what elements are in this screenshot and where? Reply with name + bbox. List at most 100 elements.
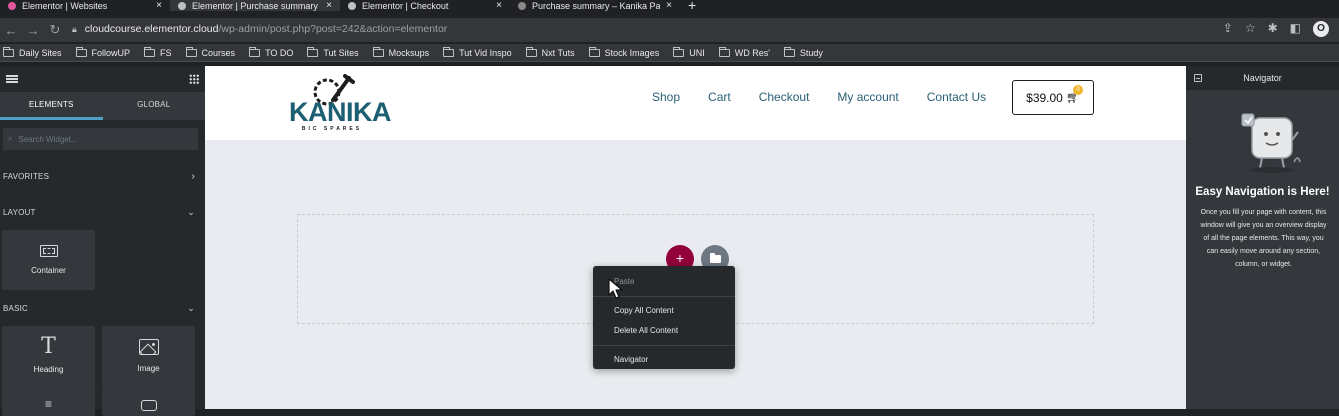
navigator-empty-description: Once you fill your page with content, th… — [1200, 209, 1327, 268]
bookmark-label: Daily Sites — [19, 47, 62, 58]
container-icon — [39, 245, 58, 257]
chevron-right-icon: › — [191, 170, 195, 182]
site-favicon-icon — [518, 1, 526, 10]
widget-search-input[interactable]: ⌕ Search Widget... — [3, 128, 198, 150]
browser-tab-checkout[interactable]: Elementor | Checkout × — [340, 0, 510, 11]
browser-actions: ⇪ ☆ ✱ ◧ O — [1223, 21, 1329, 37]
folder-icon — [3, 46, 14, 57]
mouse-pointer-icon — [608, 278, 623, 299]
basic-widgets: T Heading Image — [0, 326, 205, 386]
bookmark-courses[interactable]: Courses — [185, 46, 235, 58]
mini-cart-button[interactable]: $39.00 🛒︎ 0 — [1012, 80, 1094, 115]
site-header: KANIKA BIC SPARES Shop Cart Checkout My … — [205, 66, 1186, 140]
nav-link-my-account[interactable]: My account — [837, 90, 898, 104]
reload-icon[interactable]: ↻ — [44, 22, 66, 38]
bookmarks-bar: Daily Sites FollowUP FS Courses TO DO Tu… — [0, 44, 1339, 62]
elementor-widget-panel: ELEMENTS GLOBAL ⌕ Search Widget... FAVOR… — [0, 66, 206, 416]
hamburger-menu-icon[interactable] — [6, 75, 18, 83]
address-bar[interactable]: 🔒︎ cloudcourse.elementor.cloud /wp-admin… — [72, 18, 1192, 40]
navigator-header: Navigator — [1186, 66, 1339, 90]
widget-image[interactable]: Image — [102, 326, 195, 386]
editor-canvas: KANIKA BIC SPARES Shop Cart Checkout My … — [205, 66, 1186, 409]
widget-video[interactable] — [102, 386, 195, 416]
bookmark-mocksups[interactable]: Mocksups — [372, 46, 429, 58]
close-icon[interactable]: × — [496, 0, 502, 11]
share-icon[interactable]: ⇪ — [1223, 21, 1233, 37]
folder-icon — [525, 46, 537, 57]
profile-avatar[interactable]: O — [1313, 21, 1329, 37]
bookmark-tut-vid-inspo[interactable]: Tut Vid Inspo — [443, 46, 512, 58]
search-placeholder: Search Widget... — [18, 134, 78, 144]
bookmark-label: FollowUP — [91, 47, 131, 58]
sidepanel-icon[interactable]: ◧ — [1290, 21, 1301, 37]
close-icon[interactable]: × — [156, 0, 162, 11]
cart-count-badge: 0 — [1073, 85, 1083, 95]
url-host: cloudcourse.elementor.cloud — [84, 23, 219, 35]
chevron-down-icon: ⌄ — [187, 206, 195, 217]
bookmark-daily-sites[interactable]: Daily Sites — [3, 46, 62, 58]
bookmark-tut-sites[interactable]: Tut Sites — [307, 46, 359, 58]
bookmark-followup[interactable]: FollowUP — [75, 46, 131, 58]
tab-global[interactable]: GLOBAL — [103, 92, 206, 120]
navigator-title: Navigator — [1243, 73, 1282, 83]
minimize-icon[interactable] — [1194, 74, 1202, 82]
bookmark-todo[interactable]: TO DO — [249, 46, 293, 58]
bookmark-label: FS — [160, 47, 172, 58]
nav-link-contact-us[interactable]: Contact Us — [927, 90, 986, 104]
close-icon[interactable]: × — [666, 0, 672, 11]
browser-tab-purchase-summary-site[interactable]: Purchase summary – Kanika Pa × — [510, 0, 680, 11]
browser-toolbar: ← → ↻ 🔒︎ cloudcourse.elementor.cloud /wp… — [0, 18, 1339, 42]
menu-divider — [593, 345, 735, 346]
tab-label: Elementor | Checkout — [362, 0, 449, 11]
bookmark-wd-res[interactable]: WD Res' — [718, 46, 770, 58]
section-label: BASIC — [3, 303, 29, 313]
logo-tagline: BIC SPARES — [301, 126, 363, 132]
url-path: /wp-admin/post.php?post=242&action=eleme… — [218, 23, 448, 35]
menu-item-navigator[interactable]: Navigator — [593, 350, 735, 370]
folder-icon — [75, 46, 87, 57]
bookmark-uni[interactable]: UNI — [673, 46, 705, 58]
folder-icon — [443, 46, 455, 57]
star-icon[interactable]: ☆ — [1245, 21, 1256, 37]
folder-icon — [372, 46, 384, 57]
bookmark-stock-images[interactable]: Stock Images — [588, 46, 659, 58]
widget-label: Heading — [33, 365, 64, 374]
cart-total: $39.00 — [1026, 90, 1063, 105]
globe-icon — [348, 1, 356, 10]
bookmark-nxt-tuts[interactable]: Nxt Tuts — [525, 46, 575, 58]
site-logo[interactable]: KANIKA BIC SPARES — [289, 72, 392, 134]
section-basic[interactable]: BASIC ⌄ — [0, 290, 205, 326]
section-layout[interactable]: LAYOUT ⌄ — [0, 194, 205, 230]
bookmark-fs[interactable]: FS — [144, 46, 172, 58]
lock-icon[interactable]: 🔒︎ — [72, 24, 77, 35]
bookmark-study[interactable]: Study — [783, 46, 823, 58]
close-icon[interactable]: × — [326, 0, 332, 11]
folder-icon — [144, 46, 156, 57]
layout-widgets: Container — [0, 230, 205, 290]
tab-label: Purchase summary – Kanika Pa — [532, 0, 661, 11]
nav-link-cart[interactable]: Cart — [708, 90, 731, 104]
elementor-favicon-icon — [8, 1, 16, 10]
widget-text-editor[interactable]: ≡ — [2, 386, 95, 416]
tab-label: Elementor | Websites — [22, 0, 108, 11]
section-label: FAVORITES — [3, 171, 50, 181]
forward-arrow-icon[interactable]: → — [22, 23, 44, 38]
menu-item-delete-all-content[interactable]: Delete All Content — [593, 321, 735, 341]
grid-apps-icon[interactable] — [189, 74, 199, 84]
back-arrow-icon[interactable]: ← — [0, 23, 22, 38]
widget-heading[interactable]: T Heading — [2, 326, 95, 386]
nav-link-shop[interactable]: Shop — [652, 90, 680, 104]
browser-tab-websites[interactable]: Elementor | Websites × — [0, 0, 170, 11]
tab-elements[interactable]: ELEMENTS — [0, 92, 103, 120]
widget-container[interactable]: Container — [2, 230, 95, 290]
section-favorites[interactable]: FAVORITES › — [0, 158, 205, 194]
nav-link-checkout[interactable]: Checkout — [759, 90, 810, 104]
browser-tab-purchase-summary[interactable]: Elementor | Purchase summary × — [170, 0, 340, 11]
folder-icon — [588, 46, 600, 57]
extensions-icon[interactable]: ✱ — [1268, 21, 1278, 37]
folder-icon — [307, 46, 319, 57]
menu-item-copy-all-content[interactable]: Copy All Content — [593, 301, 735, 321]
folder-icon — [709, 253, 721, 263]
folder-icon — [185, 46, 197, 57]
new-tab-button[interactable]: + — [680, 0, 704, 11]
